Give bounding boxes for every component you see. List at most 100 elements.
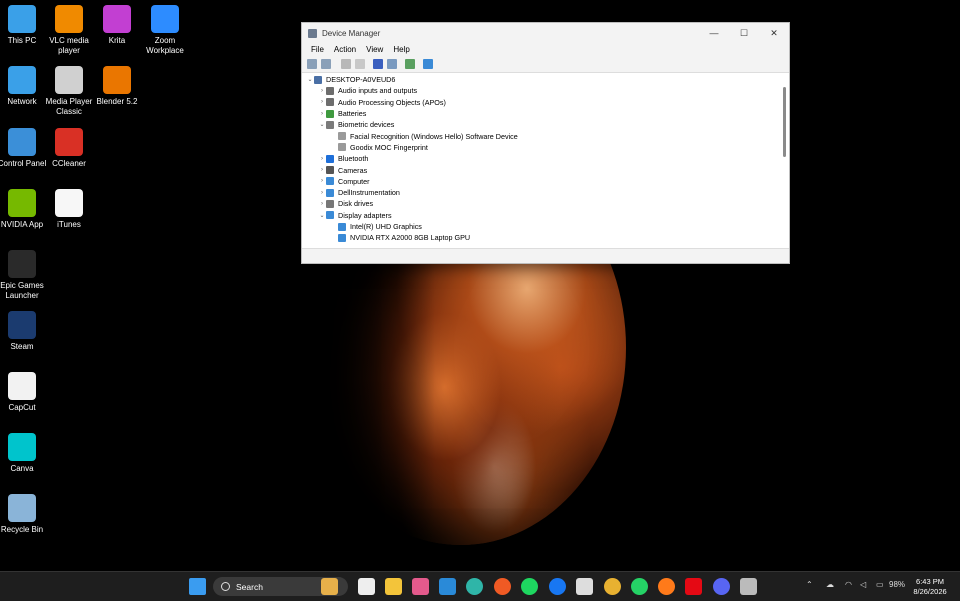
desktop-icon-blender-5-2[interactable]: Blender 5.2 [89,66,145,107]
scrollbar-thumb[interactable] [783,87,786,157]
device-icon [326,109,334,118]
taskbar-widgets-icon[interactable] [321,578,338,595]
tree-item-label: DellInstrumentation [338,188,400,198]
chevron-right-icon[interactable]: › [318,201,326,207]
battery-icon[interactable]: ▭ [876,580,884,589]
taskbar-spotify-icon[interactable] [521,578,538,595]
clock-time: 6:43 PM [916,577,944,586]
taskbar-file-explorer-icon[interactable] [385,578,402,595]
device-tree[interactable]: ⌄ DESKTOP-A0VEUD6 › Audio inputs and output… [302,74,779,249]
tree-item[interactable]: › Batteries [302,108,779,119]
show-hide-console-icon[interactable] [341,59,351,69]
chevron-down-icon[interactable]: ⌄ [306,76,314,83]
taskbar-chrome-icon[interactable] [604,578,621,595]
chevron-right-icon[interactable]: › [318,99,326,105]
chevron-right-icon[interactable]: › [318,88,326,94]
chevron-right-icon[interactable]: › [318,156,326,162]
taskbar-whatsapp-icon[interactable] [631,578,648,595]
desktop-icon-steam[interactable]: Steam [0,311,50,352]
tree-item[interactable]: › Audio inputs and outputs [302,85,779,96]
taskbar-facebook-icon[interactable] [549,578,566,595]
taskbar-other-icon[interactable] [740,578,757,595]
tree-item[interactable]: › Bluetooth [302,153,779,164]
device-manager-window[interactable]: Device Manager — ☐ ✕ File Action View He… [301,22,790,264]
help-icon[interactable] [373,59,383,69]
tree-item[interactable]: › DellInstrumentation [302,187,779,198]
menu-action[interactable]: Action [329,45,361,54]
vertical-scrollbar[interactable] [782,79,787,259]
desktop-icon-recycle-bin[interactable]: Recycle Bin [0,494,50,535]
toolbar [302,56,789,73]
tree-item-label: Disk drives [338,199,374,209]
tree-item[interactable]: › Disk drives [302,198,779,209]
desktop-icon-ccleaner[interactable]: CCleaner [41,128,97,169]
desktop-icon-label: Zoom Workplace [146,36,184,55]
cloud-icon[interactable]: ☁ [826,580,834,589]
menu-help[interactable]: Help [388,45,414,54]
update-driver-icon[interactable] [405,59,415,69]
tree-item[interactable]: › Cameras [302,164,779,175]
menu-file[interactable]: File [306,45,329,54]
taskbar-start-icon[interactable] [189,578,206,595]
properties-icon[interactable] [355,59,365,69]
taskbar-discord-icon[interactable] [713,578,730,595]
taskbar-chatgpt-icon[interactable] [576,578,593,595]
desktop-icon-label: Steam [10,342,34,351]
taskbar-vscode-icon[interactable] [439,578,456,595]
chevron-right-icon[interactable]: › [318,111,326,117]
device-icon [314,75,322,84]
volume-icon[interactable]: ◁ [860,580,866,589]
desktop-icon-epic-games-launcher[interactable]: Epic Games Launcher [0,250,50,301]
tree-item[interactable]: Goodix MOC Fingerprint [302,142,779,153]
desktop-icon-itunes[interactable]: iTunes [41,189,97,230]
clock[interactable]: 6:43 PM 8/26/2026 [904,577,956,597]
tree-item-label: Audio Processing Objects (APOs) [338,97,446,107]
desktop-icon-zoom-workplace[interactable]: Zoom Workplace [137,5,193,56]
device-icon [326,86,334,95]
tree-item[interactable]: ⌄ Display adapters [302,210,779,221]
battery-percent: 98% [889,580,906,589]
chevron-down-icon[interactable]: ⌄ [318,212,326,219]
menu-view[interactable]: View [361,45,388,54]
device-icon [326,166,334,175]
desktop-icon-canva[interactable]: Canva [0,433,50,474]
close-button[interactable]: ✕ [759,28,789,39]
back-arrow-icon[interactable] [307,59,317,69]
maximize-button[interactable]: ☐ [729,28,759,39]
chevron-right-icon[interactable]: › [318,190,326,196]
chevron-up-icon[interactable]: ⌃ [806,580,813,589]
forward-arrow-icon[interactable] [321,59,331,69]
minimize-button[interactable]: — [699,28,729,38]
taskbar-edge-icon[interactable] [466,578,483,595]
taskbar-netflix-icon[interactable] [685,578,702,595]
taskbar-firefox-icon[interactable] [658,578,675,595]
taskbar-brave-icon[interactable] [494,578,511,595]
device-icon [326,177,334,186]
taskbar-task-view-icon[interactable] [358,578,375,595]
zoom-workplace-icon [151,5,179,33]
device-manager-icon [308,28,317,38]
action-pane-icon[interactable] [387,59,397,69]
tree-item[interactable]: NVIDIA RTX A2000 8GB Laptop GPU [302,232,779,243]
tree-item[interactable]: › Audio Processing Objects (APOs) [302,97,779,108]
tree-item-label: NVIDIA RTX A2000 8GB Laptop GPU [350,233,471,243]
tree-item[interactable]: ⌄ DESKTOP-A0VEUD6 [302,74,779,85]
chevron-down-icon[interactable]: ⌄ [318,121,326,128]
clock-date: 8/26/2026 [913,587,947,596]
tree-item[interactable]: Intel(R) UHD Graphics [302,221,779,232]
tree-item[interactable]: Facial Recognition (Windows Hello) Softw… [302,130,779,141]
scan-hardware-icon[interactable] [423,59,433,69]
tree-item-label: Computer [338,176,370,186]
taskbar-photos-icon[interactable] [412,578,429,595]
title-bar[interactable]: Device Manager — ☐ ✕ [302,23,789,43]
ccleaner-icon [55,128,83,156]
wifi-icon[interactable]: ◠ [845,580,852,589]
chevron-right-icon[interactable]: › [318,167,326,173]
nvidia-app-icon [8,189,36,217]
chevron-right-icon[interactable]: › [318,178,326,184]
this-pc-icon [8,5,36,33]
menu-bar: File Action View Help [302,43,789,56]
tree-item[interactable]: › Computer [302,176,779,187]
desktop-icon-capcut[interactable]: CapCut [0,372,50,413]
tree-item[interactable]: ⌄ Biometric devices [302,119,779,130]
